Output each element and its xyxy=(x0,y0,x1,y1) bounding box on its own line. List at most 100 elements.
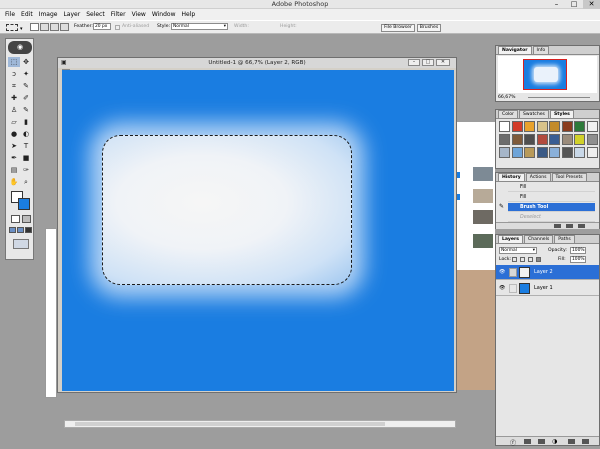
path-selection-icon[interactable]: ➤ xyxy=(8,141,20,151)
slice-tool-icon[interactable]: ✎ xyxy=(20,81,32,91)
navigator-zoom-value[interactable]: 66,67% xyxy=(498,95,516,100)
pen-tool-icon[interactable]: ✒ xyxy=(8,153,20,163)
style-swatch[interactable] xyxy=(511,134,523,145)
tab-paths[interactable]: Paths xyxy=(554,235,575,243)
menu-edit[interactable]: Edit xyxy=(18,9,36,20)
layer-set-icon[interactable] xyxy=(538,439,545,444)
shape-tool-icon[interactable]: ■ xyxy=(20,153,32,163)
style-swatch[interactable] xyxy=(536,121,548,132)
blend-mode-select[interactable]: Normal ▾ xyxy=(499,247,537,254)
file-browser-button[interactable]: File Browser xyxy=(381,24,415,32)
style-swatch[interactable] xyxy=(561,134,573,145)
jump-to-imageready-icon[interactable] xyxy=(13,239,29,249)
canvas[interactable] xyxy=(62,70,454,391)
new-layer-icon[interactable] xyxy=(568,439,575,444)
navigator-view-box[interactable] xyxy=(523,59,567,90)
style-swatch[interactable] xyxy=(549,147,560,158)
subtract-selection-icon[interactable] xyxy=(50,23,59,31)
style-swatch[interactable] xyxy=(536,134,548,145)
tab-history[interactable]: History xyxy=(498,173,525,181)
menu-file[interactable]: File xyxy=(2,9,18,20)
move-tool-icon[interactable]: ✥ xyxy=(20,57,32,67)
menu-filter[interactable]: Filter xyxy=(108,9,129,20)
lock-pixels-icon[interactable] xyxy=(520,257,525,262)
style-swatch[interactable] xyxy=(549,134,560,145)
brushes-button[interactable]: Brushes xyxy=(417,24,441,32)
layer-name[interactable]: Layer 2 xyxy=(534,265,553,280)
menu-image[interactable]: Image xyxy=(36,9,61,20)
tab-tool-presets[interactable]: Tool Presets xyxy=(551,173,587,181)
blur-tool-icon[interactable]: ● xyxy=(8,129,20,139)
clone-stamp-icon[interactable]: ♙ xyxy=(8,105,20,115)
history-item-dimmed[interactable]: Deselect xyxy=(508,213,595,222)
tab-styles[interactable]: Styles xyxy=(549,110,574,118)
healing-brush-icon[interactable]: ✚ xyxy=(8,93,20,103)
style-swatch[interactable] xyxy=(549,121,560,132)
marquee-tool-icon[interactable]: ⬚ xyxy=(8,57,20,67)
layer-name[interactable]: Layer 1 xyxy=(534,281,553,296)
zoom-slider[interactable] xyxy=(528,97,590,98)
tab-info[interactable]: Info xyxy=(532,46,550,54)
style-swatch[interactable] xyxy=(586,147,598,158)
style-swatch[interactable] xyxy=(524,121,535,132)
brush-link-icon[interactable] xyxy=(509,268,517,277)
opacity-input[interactable]: 100% xyxy=(570,247,586,254)
doc-maximize-button[interactable]: □ xyxy=(422,59,434,66)
new-selection-icon[interactable] xyxy=(30,23,39,31)
minimize-button[interactable]: – xyxy=(548,0,565,9)
style-swatch[interactable] xyxy=(574,121,585,132)
doc-minimize-button[interactable]: – xyxy=(408,59,420,66)
scrollbar-thumb[interactable] xyxy=(75,422,385,426)
menu-help[interactable]: Help xyxy=(179,9,199,20)
lock-all-icon[interactable] xyxy=(536,257,541,262)
style-swatch[interactable] xyxy=(499,147,510,158)
style-swatch[interactable] xyxy=(586,134,598,145)
layer-mask-icon[interactable] xyxy=(524,439,531,444)
fill-input[interactable]: 100% xyxy=(570,256,586,263)
tab-channels[interactable]: Channels xyxy=(524,235,554,243)
menu-layer[interactable]: Layer xyxy=(60,9,83,20)
eraser-tool-icon[interactable]: ▱ xyxy=(8,117,20,127)
style-swatch[interactable] xyxy=(586,121,598,132)
tab-layers[interactable]: Layers xyxy=(498,235,523,243)
marquee-preset-icon[interactable] xyxy=(6,24,18,31)
preset-arrow-icon[interactable]: ▾ xyxy=(20,26,23,32)
eye-icon[interactable]: 👁 xyxy=(499,281,505,296)
zoom-tool-icon[interactable]: ⌕ xyxy=(20,177,32,187)
menu-view[interactable]: View xyxy=(129,9,149,20)
style-swatch[interactable] xyxy=(511,121,523,132)
standard-mode-icon[interactable] xyxy=(11,215,20,223)
horizontal-scrollbar[interactable] xyxy=(64,420,456,428)
history-item[interactable]: Fill xyxy=(508,193,595,202)
eyedropper-icon[interactable]: ✑ xyxy=(20,165,32,175)
style-select[interactable]: Normal ▾ xyxy=(171,23,228,30)
brush-tool-icon[interactable]: ✐ xyxy=(20,93,32,103)
screen-mode-standard-icon[interactable] xyxy=(9,227,16,233)
history-brush-icon[interactable]: ✎ xyxy=(20,105,32,115)
type-tool-icon[interactable]: T xyxy=(20,141,32,151)
tab-swatches[interactable]: Swatches xyxy=(519,110,549,118)
screen-mode-menu-icon[interactable] xyxy=(17,227,24,233)
history-item[interactable]: Fill xyxy=(508,183,595,192)
dodge-tool-icon[interactable]: ◐ xyxy=(20,129,32,139)
adjustment-layer-icon[interactable]: ◑ xyxy=(552,438,557,445)
crop-tool-icon[interactable]: ⌗ xyxy=(8,81,20,91)
style-swatch[interactable] xyxy=(561,121,573,132)
lock-transparency-icon[interactable] xyxy=(512,257,517,262)
background-color-swatch[interactable] xyxy=(18,198,30,210)
notes-tool-icon[interactable]: ▤ xyxy=(8,165,20,175)
link-slot-icon[interactable] xyxy=(509,284,517,293)
layer-row-selected[interactable]: 👁 Layer 2 xyxy=(496,265,599,280)
style-swatch[interactable] xyxy=(574,134,585,145)
magic-wand-icon[interactable]: ✦ xyxy=(20,69,32,79)
menu-select[interactable]: Select xyxy=(83,9,108,20)
eye-icon[interactable]: 👁 xyxy=(499,265,505,280)
style-swatch[interactable] xyxy=(499,121,510,132)
intersect-selection-icon[interactable] xyxy=(60,23,69,31)
trash-icon[interactable] xyxy=(582,439,589,444)
screen-mode-full-icon[interactable] xyxy=(25,227,32,233)
photoshop-logo-icon[interactable]: ◉ xyxy=(8,41,32,54)
feather-input[interactable]: 20 px xyxy=(93,23,111,30)
lasso-tool-icon[interactable]: ↄ xyxy=(8,69,20,79)
new-snapshot-icon[interactable] xyxy=(566,224,573,228)
